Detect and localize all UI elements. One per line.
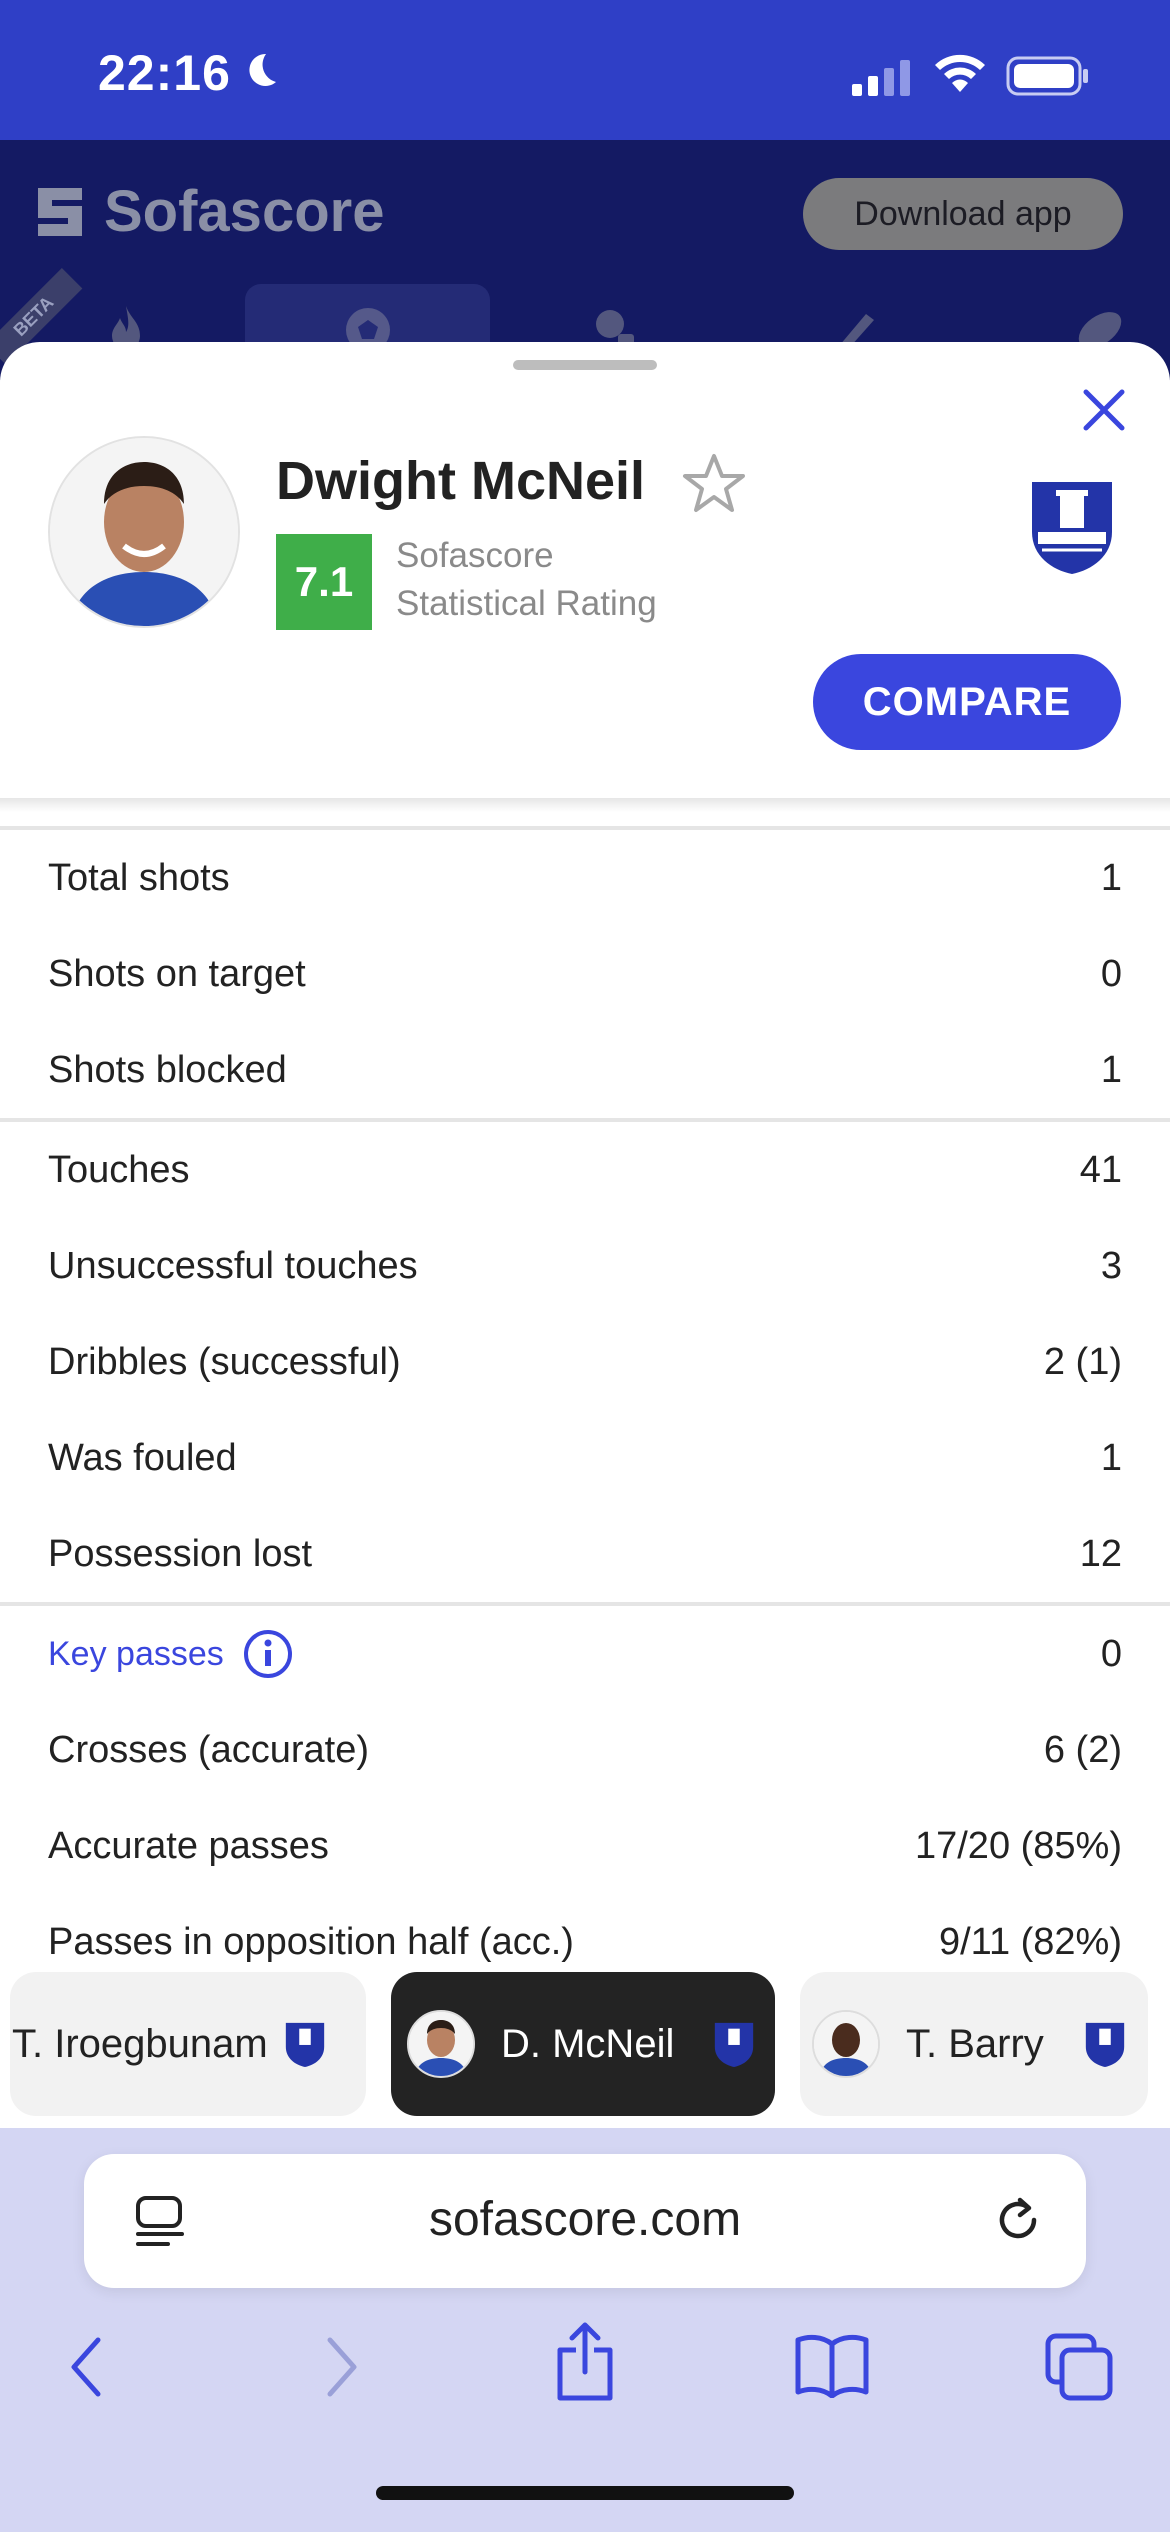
url-text[interactable]: sofascore.com xyxy=(84,2192,1086,2247)
stat-label: Unsuccessful touches xyxy=(48,1244,418,1287)
stat-label: Shots on target xyxy=(48,952,306,995)
info-icon[interactable] xyxy=(242,1628,294,1680)
player-card-barry[interactable]: T. Barry xyxy=(800,1972,1148,2116)
stat-label: Shots blocked xyxy=(48,1048,287,1091)
compare-button[interactable]: COMPARE xyxy=(813,654,1121,750)
stat-row-key-passes: Key passes 0 xyxy=(0,1606,1170,1702)
stat-value: 3 xyxy=(1100,1244,1122,1287)
sheet-grab-handle[interactable] xyxy=(513,360,657,370)
back-icon[interactable] xyxy=(62,2332,112,2402)
stat-label: Crosses (accurate) xyxy=(48,1728,369,1771)
player-switcher: T. Iroegbunam D. McNeil T. Barry xyxy=(0,1962,1170,2128)
everton-crest-icon xyxy=(1085,2022,1125,2067)
player-avatar xyxy=(48,436,240,628)
rating-badge: 7.1 xyxy=(276,534,372,630)
battery-icon xyxy=(1006,56,1088,96)
player-card-name: T. Barry xyxy=(906,2021,1044,2066)
stat-row-dribbles: Dribbles (successful) 2 (1) xyxy=(0,1314,1170,1410)
player-card-name: T. Iroegbunam xyxy=(12,2021,268,2066)
reload-icon[interactable] xyxy=(990,2192,1046,2248)
everton-crest-icon[interactable] xyxy=(1024,476,1120,576)
stat-row-shots-blocked: Shots blocked 1 xyxy=(0,1022,1170,1118)
stat-value: 1 xyxy=(1100,856,1122,899)
browser-toolbar: sofascore.com xyxy=(0,2128,1170,2532)
address-bar[interactable]: sofascore.com xyxy=(84,2154,1086,2288)
sofascore-logo-icon xyxy=(38,187,82,236)
favorite-star-icon[interactable] xyxy=(682,452,746,514)
stat-value: 6 (2) xyxy=(1043,1728,1122,1771)
stat-label: Possession lost xyxy=(48,1532,313,1575)
stat-label: Dribbles (successful) xyxy=(48,1340,401,1383)
forward-icon[interactable] xyxy=(316,2332,366,2402)
player-card-avatar xyxy=(812,2010,880,2078)
stat-label: Total shots xyxy=(48,856,230,899)
stat-row-accurate-passes: Accurate passes 17/20 (85%) xyxy=(0,1798,1170,1894)
player-name: Dwight McNeil xyxy=(276,451,646,511)
stat-label: Touches xyxy=(48,1148,190,1191)
stat-value: 0 xyxy=(1100,1632,1122,1675)
key-passes-link[interactable]: Key passes xyxy=(48,1628,294,1680)
close-icon[interactable] xyxy=(1078,384,1130,436)
signal-icon xyxy=(852,60,910,96)
rating-label: Sofascore Statistical Rating xyxy=(396,532,736,628)
stat-value: 1 xyxy=(1100,1436,1122,1479)
home-indicator xyxy=(376,2486,794,2500)
stat-row-unsuccessful-touches: Unsuccessful touches 3 xyxy=(0,1218,1170,1314)
player-card-avatar xyxy=(407,2010,475,2078)
stat-row-was-fouled: Was fouled 1 xyxy=(0,1410,1170,1506)
moon-icon xyxy=(249,53,276,86)
status-bar: 22:16 xyxy=(0,0,1170,140)
player-card-iroegbunam[interactable]: T. Iroegbunam xyxy=(10,1972,366,2116)
rating-label-line2: Statistical Rating xyxy=(396,584,657,623)
status-time: 22:16 xyxy=(98,45,231,101)
header-shadow xyxy=(0,798,1170,812)
stat-value: 41 xyxy=(1079,1148,1122,1191)
stats-list: Total shots 1 Shots on target 0 Shots bloc… xyxy=(0,826,1170,1990)
stat-label: Was fouled xyxy=(48,1436,237,1479)
logo-text: Sofascore xyxy=(104,179,385,244)
stat-row-crosses: Crosses (accurate) 6 (2) xyxy=(0,1702,1170,1798)
player-card-mcneil-active[interactable]: D. McNeil xyxy=(391,1972,775,2116)
stat-label[interactable]: Key passes xyxy=(48,1635,224,1674)
stat-label: Accurate passes xyxy=(48,1824,329,1867)
stat-value: 12 xyxy=(1079,1532,1122,1575)
stat-row-total-shots: Total shots 1 xyxy=(0,830,1170,926)
stat-value: 2 (1) xyxy=(1043,1340,1122,1383)
rating-label-line1: Sofascore xyxy=(396,536,554,575)
tabs-icon[interactable] xyxy=(1044,2332,1114,2402)
player-card-name: D. McNeil xyxy=(501,2021,675,2066)
bookmarks-icon[interactable] xyxy=(794,2332,870,2398)
stat-row-possession-lost: Possession lost 12 xyxy=(0,1506,1170,1602)
player-photo xyxy=(50,438,238,626)
stat-row-touches: Touches 41 xyxy=(0,1122,1170,1218)
stat-value: 9/11 (82%) xyxy=(938,1920,1122,1963)
share-icon[interactable] xyxy=(552,2320,618,2404)
stat-value: 17/20 (85%) xyxy=(914,1824,1122,1867)
player-sheet: Dwight McNeil 7.1 Sofascore Statistical … xyxy=(0,342,1170,2128)
wifi-icon xyxy=(935,54,985,92)
everton-crest-icon xyxy=(714,2022,754,2067)
stat-row-shots-on-target: Shots on target 0 xyxy=(0,926,1170,1022)
stat-label: Passes in opposition half (acc.) xyxy=(48,1920,574,1963)
stat-value: 1 xyxy=(1100,1048,1122,1091)
download-app-button[interactable]: Download app xyxy=(803,178,1123,250)
everton-crest-icon xyxy=(285,2022,325,2067)
stat-value: 0 xyxy=(1100,952,1122,995)
sofascore-logo[interactable]: Sofascore xyxy=(34,178,384,245)
